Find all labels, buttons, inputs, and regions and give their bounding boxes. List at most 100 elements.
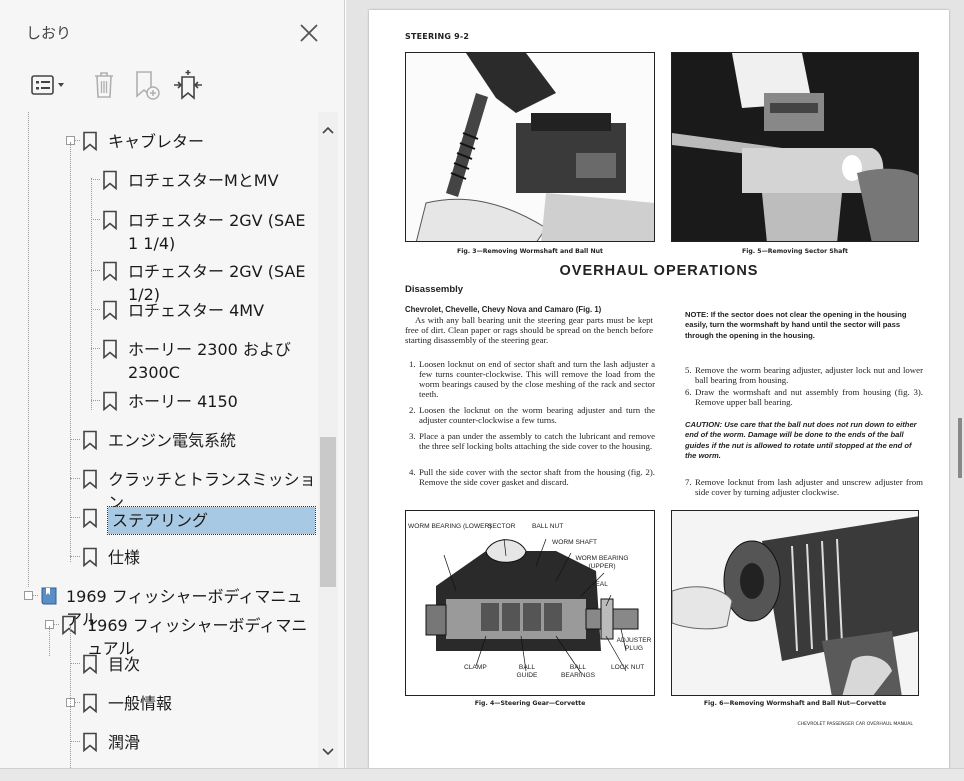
scroll-up-icon[interactable]	[318, 122, 338, 138]
instruction-step: 2. Loosen the locknut on the worm bearing…	[409, 405, 655, 426]
tree-guide-line	[70, 142, 71, 562]
new-bookmark-icon[interactable]	[130, 68, 164, 102]
document-view[interactable]: STEERING 9-2 Fig. 3—Removing Wormshaft a…	[346, 0, 964, 781]
bookmark-label: 一般情報	[108, 694, 173, 713]
label-worm-shaft: WORM SHAFT	[552, 539, 598, 546]
instruction-step: 4. Pull the side cover with the sector sh…	[409, 467, 655, 488]
step-text: Loosen locknut on end of sector shaft an…	[419, 359, 655, 399]
bookmark-icon	[102, 300, 118, 321]
tree-connector	[70, 517, 80, 518]
tree-connector	[91, 348, 100, 349]
bookmark-tree: キャブレターロチェスターMとMV ロチェスター 2GV (SAE 1 1/4) ロチ…	[0, 112, 318, 768]
tree-connector	[91, 270, 100, 271]
fig4-diagram: WORM BEARING (LOWER) SECTOR BALL NUT WOR…	[405, 510, 655, 696]
bookmark-icon	[82, 430, 98, 451]
bookmark-label: ステアリング	[107, 506, 316, 535]
scroll-down-icon[interactable]	[318, 744, 338, 760]
bookmark-icon	[61, 615, 77, 636]
label-seal: SEAL	[591, 581, 608, 588]
step-text: Place a pan under the assembly to catch …	[419, 431, 655, 451]
delete-bookmark-icon[interactable]	[88, 68, 120, 102]
tree-connector	[91, 179, 100, 180]
tree-connector	[91, 219, 100, 220]
label-sector: SECTOR	[488, 523, 516, 530]
bookmark-item[interactable]: 一般情報	[0, 692, 318, 715]
bookmark-label: ホーリー 4150	[128, 392, 238, 411]
bookmark-item[interactable]: ホーリー 2300 および 2300C	[0, 338, 318, 384]
bookmark-icon	[102, 261, 118, 282]
tree-guide-line	[91, 178, 92, 410]
bookmark-icon	[82, 469, 98, 490]
bookmark-item[interactable]: ロチェスターMとMV	[0, 169, 318, 192]
expand-toggle-icon[interactable]	[24, 591, 33, 600]
note-paragraph: NOTE: If the sector does not clear the o…	[685, 310, 907, 340]
expand-bookmark-icon[interactable]	[170, 68, 206, 102]
bookmark-label: ロチェスターMとMV	[128, 171, 279, 190]
bookmark-item[interactable]: キャブレター	[0, 130, 318, 153]
step-number: 3.	[409, 431, 416, 441]
tree-connector	[91, 400, 100, 401]
tree-connector	[70, 663, 80, 664]
caution-paragraph: CAUTION: Use care that the ball nut does…	[685, 420, 917, 460]
bookmark-icon	[82, 693, 98, 714]
label-ball-nut: BALL NUT	[532, 523, 564, 530]
bookmark-item[interactable]: 目次	[0, 653, 318, 676]
fig6-caption: Fig. 6—Removing Wormshaft and Ball Nut—C…	[703, 700, 887, 707]
bookmark-label: 潤滑	[108, 733, 141, 752]
scrollbar[interactable]	[318, 112, 338, 768]
bookmark-icon	[82, 131, 98, 152]
scrollbar-thumb[interactable]	[320, 437, 336, 587]
label-ball-bearings: BALL BEARINGS	[560, 664, 596, 679]
bookmark-item[interactable]: ステアリング	[0, 506, 318, 535]
bookmark-label: ロチェスター 4MV	[128, 301, 265, 320]
bookmark-icon	[82, 732, 98, 753]
label-worm-bearing-upper: WORM BEARING (UPPER)	[575, 555, 629, 570]
bookmark-item[interactable]: ホーリー 4150	[0, 390, 318, 413]
close-icon[interactable]	[296, 20, 322, 46]
options-menu-icon[interactable]	[26, 68, 70, 102]
bookmark-icon	[82, 508, 98, 529]
label-clamp: CLAMP	[464, 664, 487, 671]
bookmark-label: 仕様	[108, 548, 141, 567]
fig5-photo	[671, 52, 919, 242]
bookmark-item[interactable]: ロチェスター 4MV	[0, 299, 318, 322]
bookmark-item[interactable]: ロチェスター 2GV (SAE 1 1/4)	[0, 209, 318, 255]
tree-connector	[70, 556, 80, 557]
page-footer: CHEVROLET PASSENGER CAR OVERHAUL MANUAL	[797, 722, 913, 727]
step-text: Pull the side cover with the sector shaf…	[419, 467, 655, 487]
fig4-caption: Fig. 4—Steering Gear—Corvette	[474, 700, 586, 707]
tree-guide-line	[28, 112, 29, 587]
step-text: Remove locknut from lash adjuster and un…	[695, 477, 923, 497]
instruction-step: 5. Remove the worm bearing adjuster, adju…	[685, 365, 923, 386]
bookmark-item[interactable]: 仕様	[0, 546, 318, 569]
status-bar	[0, 768, 964, 781]
fig6-photo	[671, 510, 919, 696]
bookmark-label: キャブレター	[108, 132, 205, 151]
step-text: Remove the worm bearing adjuster, adjust…	[695, 365, 923, 385]
step-number: 4.	[409, 467, 416, 477]
bookmark-icon	[82, 654, 98, 675]
tree-connector	[70, 439, 80, 440]
step-text: Draw the wormshaft and nut assembly from…	[695, 387, 923, 407]
instruction-step: 3. Place a pan under the assembly to catc…	[409, 431, 655, 452]
bookmark-icon	[102, 339, 118, 360]
label-worm-bearing-lower: WORM BEARING (LOWER)	[408, 523, 492, 530]
tree-connector	[70, 741, 80, 742]
bookmark-icon	[82, 547, 98, 568]
step-number: 5.	[685, 365, 692, 375]
fig3-photo	[405, 52, 655, 242]
bookmark-item[interactable]: エンジン電気系統	[0, 429, 318, 452]
bookmark-label: 目次	[108, 655, 141, 674]
page-header: STEERING 9-2	[405, 32, 470, 41]
pdf-page: STEERING 9-2 Fig. 3—Removing Wormshaft a…	[369, 10, 949, 768]
instruction-step: 7. Remove locknut from lash adjuster and …	[685, 477, 923, 498]
fig3-caption: Fig. 3—Removing Wormshaft and Ball Nut	[457, 248, 603, 255]
tree-guide-line	[49, 626, 50, 656]
book-icon	[40, 586, 57, 606]
label-lock-nut: LOCK NUT	[611, 664, 645, 671]
bookmark-icon	[102, 391, 118, 412]
bookmark-item[interactable]: 潤滑	[0, 731, 318, 754]
label-adjuster-plug: ADJUSTER PLUG	[616, 637, 652, 652]
bookmark-label: ホーリー 2300 および 2300C	[128, 340, 291, 382]
instruction-step: 6. Draw the wormshaft and nut assembly fr…	[685, 387, 923, 408]
